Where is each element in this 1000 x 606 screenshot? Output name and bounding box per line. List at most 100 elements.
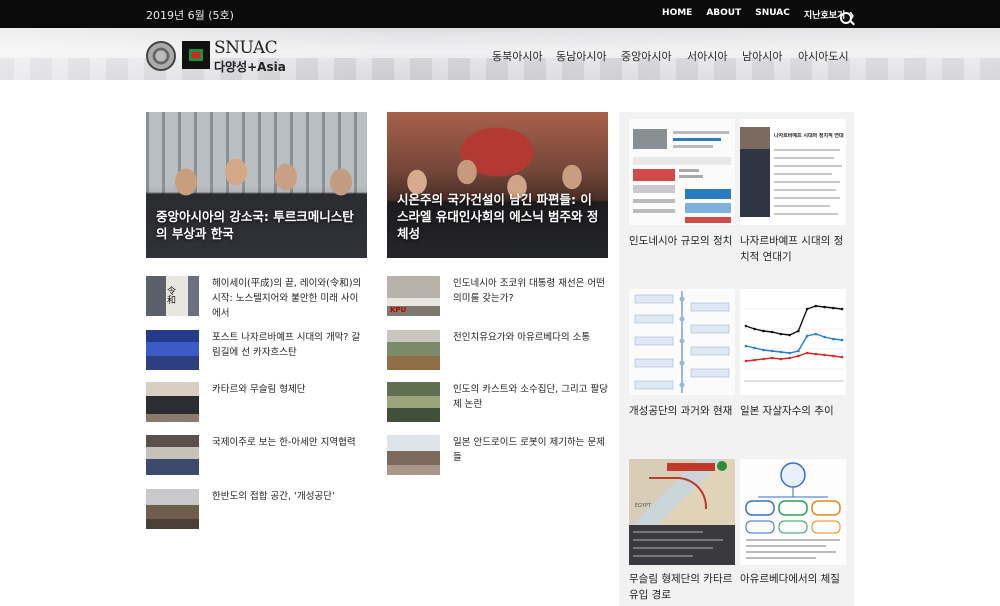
infographic-thumbnail [629, 119, 735, 225]
snuac-logo-icon[interactable] [182, 41, 210, 69]
card-image [740, 289, 846, 395]
chart-point [831, 306, 835, 310]
nav-snuac[interactable]: SNUAC [755, 8, 790, 21]
featured-title: 시온주의 국가건설이 남긴 파편들: 이스라엘 유대인사회의 에스닉 범주와 정… [397, 192, 599, 241]
sidebar-card[interactable]: 나자르바예프 시대의 정치적 연대 나자르바예프 시대의 정치적 연대기 [740, 119, 846, 269]
chart-point [753, 358, 757, 362]
card-image [740, 459, 846, 565]
chart-point [814, 332, 818, 336]
chart-point [779, 357, 783, 361]
chart-point [762, 357, 765, 361]
issue-date: 2019년 6월 (5호) [146, 9, 234, 22]
brand-line1[interactable]: SNUAC [214, 38, 278, 58]
map-label: EGYPT [635, 503, 651, 509]
chart-point [744, 344, 748, 348]
card-image: EGYPT [629, 459, 735, 565]
chart-point [840, 307, 844, 311]
article-thumbnail [387, 382, 440, 422]
featured-article-2[interactable]: 시온주의 국가건설이 남긴 파편들: 이스라엘 유대인사회의 에스닉 범주와 정… [387, 112, 608, 258]
top-nav: HOME ABOUT SNUAC 지난호보기 ❯ [662, 8, 855, 21]
chart-point [762, 329, 765, 333]
card-image [629, 119, 735, 225]
region-northeast-asia[interactable]: 동북아시아 [492, 48, 556, 64]
search-icon[interactable] [840, 12, 852, 24]
chart-point [797, 354, 800, 358]
chart-point [805, 351, 809, 355]
region-southeast-asia[interactable]: 동남아시아 [556, 48, 621, 64]
sidebar-card[interactable]: 개성공단의 과거와 현재 [629, 289, 735, 439]
chart-point [788, 351, 791, 355]
list-item-title: 카타르와 무슬림 형제단 [212, 384, 306, 395]
chart-point [762, 348, 765, 352]
list-item[interactable]: 포스트 나자르바예프 시대의 개막? 갈림길에 선 카자흐스탄 [146, 330, 367, 370]
list-item[interactable]: 令和 헤이세이(平成)의 끝, 레이와(令和)의 시작: 노스텔지어와 불안한 … [146, 276, 367, 319]
thumbnail-caption: KPU [390, 306, 407, 314]
region-central-asia[interactable]: 중앙아시아 [621, 48, 687, 64]
list-item-title: 헤이세이(平成)의 끝, 레이와(令和)의 시작: 노스텔지어와 불안한 미래 … [212, 278, 362, 319]
chart-point [753, 346, 757, 350]
chart-point [744, 324, 748, 328]
brand-line2[interactable]: 다양성+Asia [214, 58, 286, 75]
chart-point [788, 356, 791, 360]
chart-point [805, 334, 809, 338]
region-south-asia[interactable]: 남아시아 [742, 48, 798, 64]
list-item[interactable]: 전인치유요가와 아유르베다의 소통 [387, 330, 608, 370]
sidebar-card[interactable]: 인도네시아 규모의 정치 [629, 119, 735, 269]
article-thumbnail [146, 435, 199, 475]
featured-article-1[interactable]: 중앙아시아의 강소국: 투르크메니스탄의 부상과 한국 [146, 112, 367, 258]
article-thumbnail [387, 435, 440, 475]
card-title: 일본 자살자수의 추이 [740, 405, 834, 417]
sidebar-card[interactable]: 일본 자살자수의 추이 [740, 289, 846, 439]
list-item[interactable]: 한반도의 접합 공간, ‘개성공단’ [146, 489, 367, 529]
list-item[interactable]: 카타르와 무슬림 형제단 [146, 382, 367, 422]
suicide-trend-chart [740, 289, 846, 395]
sidebar-card[interactable]: 아유르베다에서의 체질 [740, 459, 846, 606]
article-thumbnail [146, 489, 199, 529]
chart-point [797, 329, 800, 333]
list-item-title: 한반도의 접합 공간, ‘개성공단’ [212, 491, 335, 502]
chart-point [805, 307, 809, 311]
region-nav: 동북아시아 동남아시아 중앙아시아 서아시아 남아시아 아시아도시 [492, 48, 849, 64]
list-item-title: 전인치유요가와 아유르베다의 소통 [453, 332, 591, 343]
list-item-title: 인도의 카스트와 소수집단, 그리고 팔당제 논란 [453, 384, 608, 410]
chart-point [814, 304, 818, 308]
chart-point [823, 335, 826, 339]
nav-about[interactable]: ABOUT [706, 8, 741, 21]
card-image-heading: 나자르바예프 시대의 정치적 연대 [774, 133, 844, 139]
list-item-title: 일본 안드로이드 로봇이 제기하는 문제들 [453, 437, 605, 463]
top-bar: 2019년 6월 (5호) HOME ABOUT SNUAC 지난호보기 ❯ [0, 0, 1000, 28]
card-title: 아유르베다에서의 체질 [740, 573, 840, 585]
nav-past-issues-label: 지난호보기 [803, 11, 846, 21]
card-title: 무슬림 형제단의 카타르 유입 경로 [629, 573, 733, 601]
article-thumbnail [387, 330, 440, 370]
region-asian-cities[interactable]: 아시아도시 [798, 48, 849, 64]
chart-point [797, 349, 800, 353]
article-thumbnail [146, 382, 199, 422]
chart-point [788, 333, 791, 337]
chart-point [744, 359, 748, 363]
university-seal-logo[interactable] [146, 41, 176, 71]
chart-point [831, 354, 835, 358]
card-title: 인도네시아 규모의 정치 [629, 235, 733, 247]
chart-point [770, 349, 774, 353]
list-item[interactable]: 일본 안드로이드 로봇이 제기하는 문제들 [387, 435, 608, 475]
chart-point [823, 305, 826, 309]
chart-point [840, 338, 844, 342]
chart-point [831, 337, 835, 341]
chart-point [770, 330, 774, 334]
sidebar-card[interactable]: EGYPT 무슬림 형제단의 카타르 유입 경로 [629, 459, 735, 606]
list-item[interactable]: 국제이주로 보는 한-아세안 지역협력 [146, 435, 367, 475]
region-west-asia[interactable]: 서아시아 [687, 48, 742, 64]
list-item[interactable]: 인도의 카스트와 소수집단, 그리고 팔당제 논란 [387, 382, 608, 422]
timeline-thumbnail [629, 289, 735, 395]
list-item[interactable]: KPU 인도네시아 조코위 대통령 재선은 어떤 의미를 갖는가? [387, 276, 608, 316]
article-thumbnail: 令和 [146, 276, 199, 316]
thumbnail-caption: 令和 [167, 287, 177, 306]
article-thumbnail [146, 330, 199, 370]
card-title: 나자르바예프 시대의 정치적 연대기 [740, 235, 844, 263]
chart-point [840, 355, 844, 359]
chart-point [823, 353, 826, 357]
chart-point [753, 327, 757, 331]
chart-point [779, 332, 783, 336]
nav-home[interactable]: HOME [662, 8, 692, 21]
